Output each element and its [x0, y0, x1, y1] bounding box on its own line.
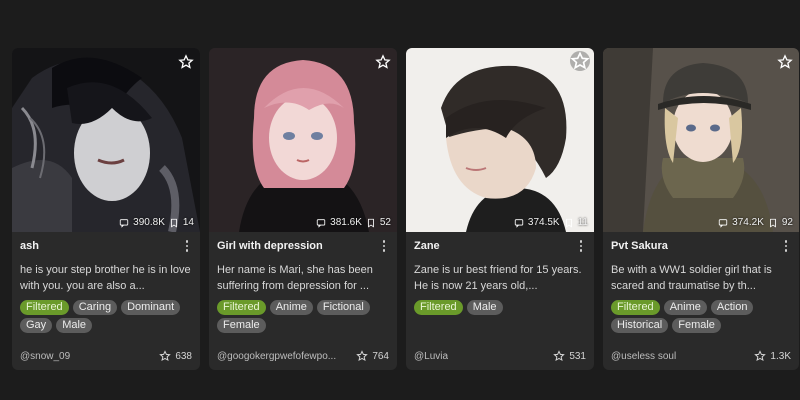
- author-link[interactable]: @snow_09: [20, 351, 70, 362]
- chat-bubble-icon: [316, 218, 326, 228]
- card-stats: 390.8K 14: [119, 217, 194, 228]
- tag-list: Filtered Anime Fictional Female: [217, 300, 389, 333]
- like-count: 764: [372, 350, 389, 362]
- like-button[interactable]: 1.3K: [754, 350, 791, 362]
- save-count: 14: [182, 217, 194, 228]
- tag[interactable]: Anime: [269, 300, 313, 315]
- character-card[interactable]: 381.6K 52 Girl with depression Her name …: [209, 48, 397, 370]
- chat-count: 381.6K: [330, 217, 362, 228]
- tag-list: Filtered Male: [414, 300, 586, 315]
- card-description: Be with a WW1 soldier girl that is scare…: [611, 264, 772, 292]
- tag[interactable]: Fictional: [316, 300, 370, 315]
- tag[interactable]: Historical: [611, 318, 669, 333]
- like-count: 638: [175, 350, 192, 362]
- card-description: Zane is ur best friend for 15 years. He …: [414, 264, 582, 292]
- chat-count: 374.5K: [527, 217, 560, 228]
- more-vertical-icon[interactable]: [576, 239, 586, 253]
- star-outline-icon: [159, 350, 172, 362]
- chat-bubble-icon: [718, 218, 728, 228]
- tag-filtered[interactable]: Filtered: [414, 300, 463, 315]
- card-title[interactable]: Girl with depression: [217, 240, 323, 252]
- save-count: 52: [379, 217, 391, 228]
- like-button[interactable]: 531: [553, 350, 586, 362]
- save-count: 11: [577, 217, 588, 228]
- card-stats: 374.5K 11: [514, 217, 588, 228]
- card-title[interactable]: Zane: [414, 240, 440, 252]
- tag[interactable]: Male: [466, 300, 503, 315]
- tag[interactable]: Caring: [72, 300, 118, 315]
- chat-bubble-icon: [119, 218, 129, 228]
- tag-filtered[interactable]: Filtered: [217, 300, 266, 315]
- tag[interactable]: Female: [672, 318, 721, 333]
- character-card[interactable]: 390.8K 14 ash he is your step brother he…: [12, 48, 200, 370]
- like-button[interactable]: 638: [159, 350, 192, 362]
- chat-bubble-icon: [514, 218, 524, 228]
- author-link[interactable]: @googokergpwefofewpo...: [217, 351, 336, 362]
- bookmark-icon: [169, 218, 179, 228]
- like-button[interactable]: 764: [356, 350, 389, 362]
- save-count: 92: [781, 217, 793, 228]
- tag[interactable]: Male: [56, 318, 93, 333]
- more-vertical-icon[interactable]: [182, 239, 192, 253]
- card-description: he is your step brother he is in love wi…: [20, 264, 191, 292]
- tag-filtered[interactable]: Filtered: [20, 300, 69, 315]
- character-image[interactable]: 390.8K 14: [12, 48, 200, 232]
- bookmark-icon: [366, 218, 376, 228]
- character-card[interactable]: 374.5K 11 Zane Zane is ur best friend fo…: [406, 48, 594, 370]
- tag[interactable]: Female: [217, 318, 266, 333]
- tag[interactable]: Action: [710, 300, 754, 315]
- character-image[interactable]: 374.2K 92: [603, 48, 799, 232]
- tag[interactable]: Dominant: [121, 300, 181, 315]
- like-count: 1.3K: [770, 350, 791, 362]
- tag-list: Filtered Caring Dominant Gay Male: [20, 300, 192, 333]
- character-image[interactable]: 374.5K 11: [406, 48, 594, 232]
- character-card[interactable]: 374.2K 92 Pvt Sakura Be with a WW1 soldi…: [603, 48, 799, 370]
- like-count: 531: [569, 350, 586, 362]
- favorite-star-icon[interactable]: [178, 54, 194, 70]
- more-vertical-icon[interactable]: [781, 239, 791, 253]
- more-vertical-icon[interactable]: [379, 239, 389, 253]
- tag-filtered[interactable]: Filtered: [611, 300, 660, 315]
- bookmark-icon: [564, 218, 574, 228]
- author-link[interactable]: @Luvia: [414, 351, 448, 362]
- favorite-star-icon[interactable]: [570, 51, 590, 71]
- favorite-star-icon[interactable]: [375, 54, 391, 70]
- star-outline-icon: [356, 350, 369, 362]
- character-card-row: 390.8K 14 ash he is your step brother he…: [12, 48, 799, 370]
- star-outline-icon: [553, 350, 566, 362]
- tag[interactable]: Gay: [20, 318, 53, 333]
- tag-list: Filtered Anime Action Historical Female: [611, 300, 791, 333]
- bookmark-icon: [768, 218, 778, 228]
- chat-count: 374.2K: [732, 217, 764, 228]
- author-link[interactable]: @useless soul: [611, 351, 676, 362]
- card-stats: 374.2K 92: [718, 217, 793, 228]
- character-image[interactable]: 381.6K 52: [209, 48, 397, 232]
- card-stats: 381.6K 52: [316, 217, 391, 228]
- chat-count: 390.8K: [133, 217, 165, 228]
- card-description: Her name is Mari, she has been suffering…: [217, 264, 373, 292]
- favorite-star-icon[interactable]: [777, 54, 793, 70]
- card-title[interactable]: Pvt Sakura: [611, 240, 668, 252]
- card-title[interactable]: ash: [20, 240, 39, 252]
- tag[interactable]: Anime: [663, 300, 707, 315]
- star-outline-icon: [754, 350, 767, 362]
